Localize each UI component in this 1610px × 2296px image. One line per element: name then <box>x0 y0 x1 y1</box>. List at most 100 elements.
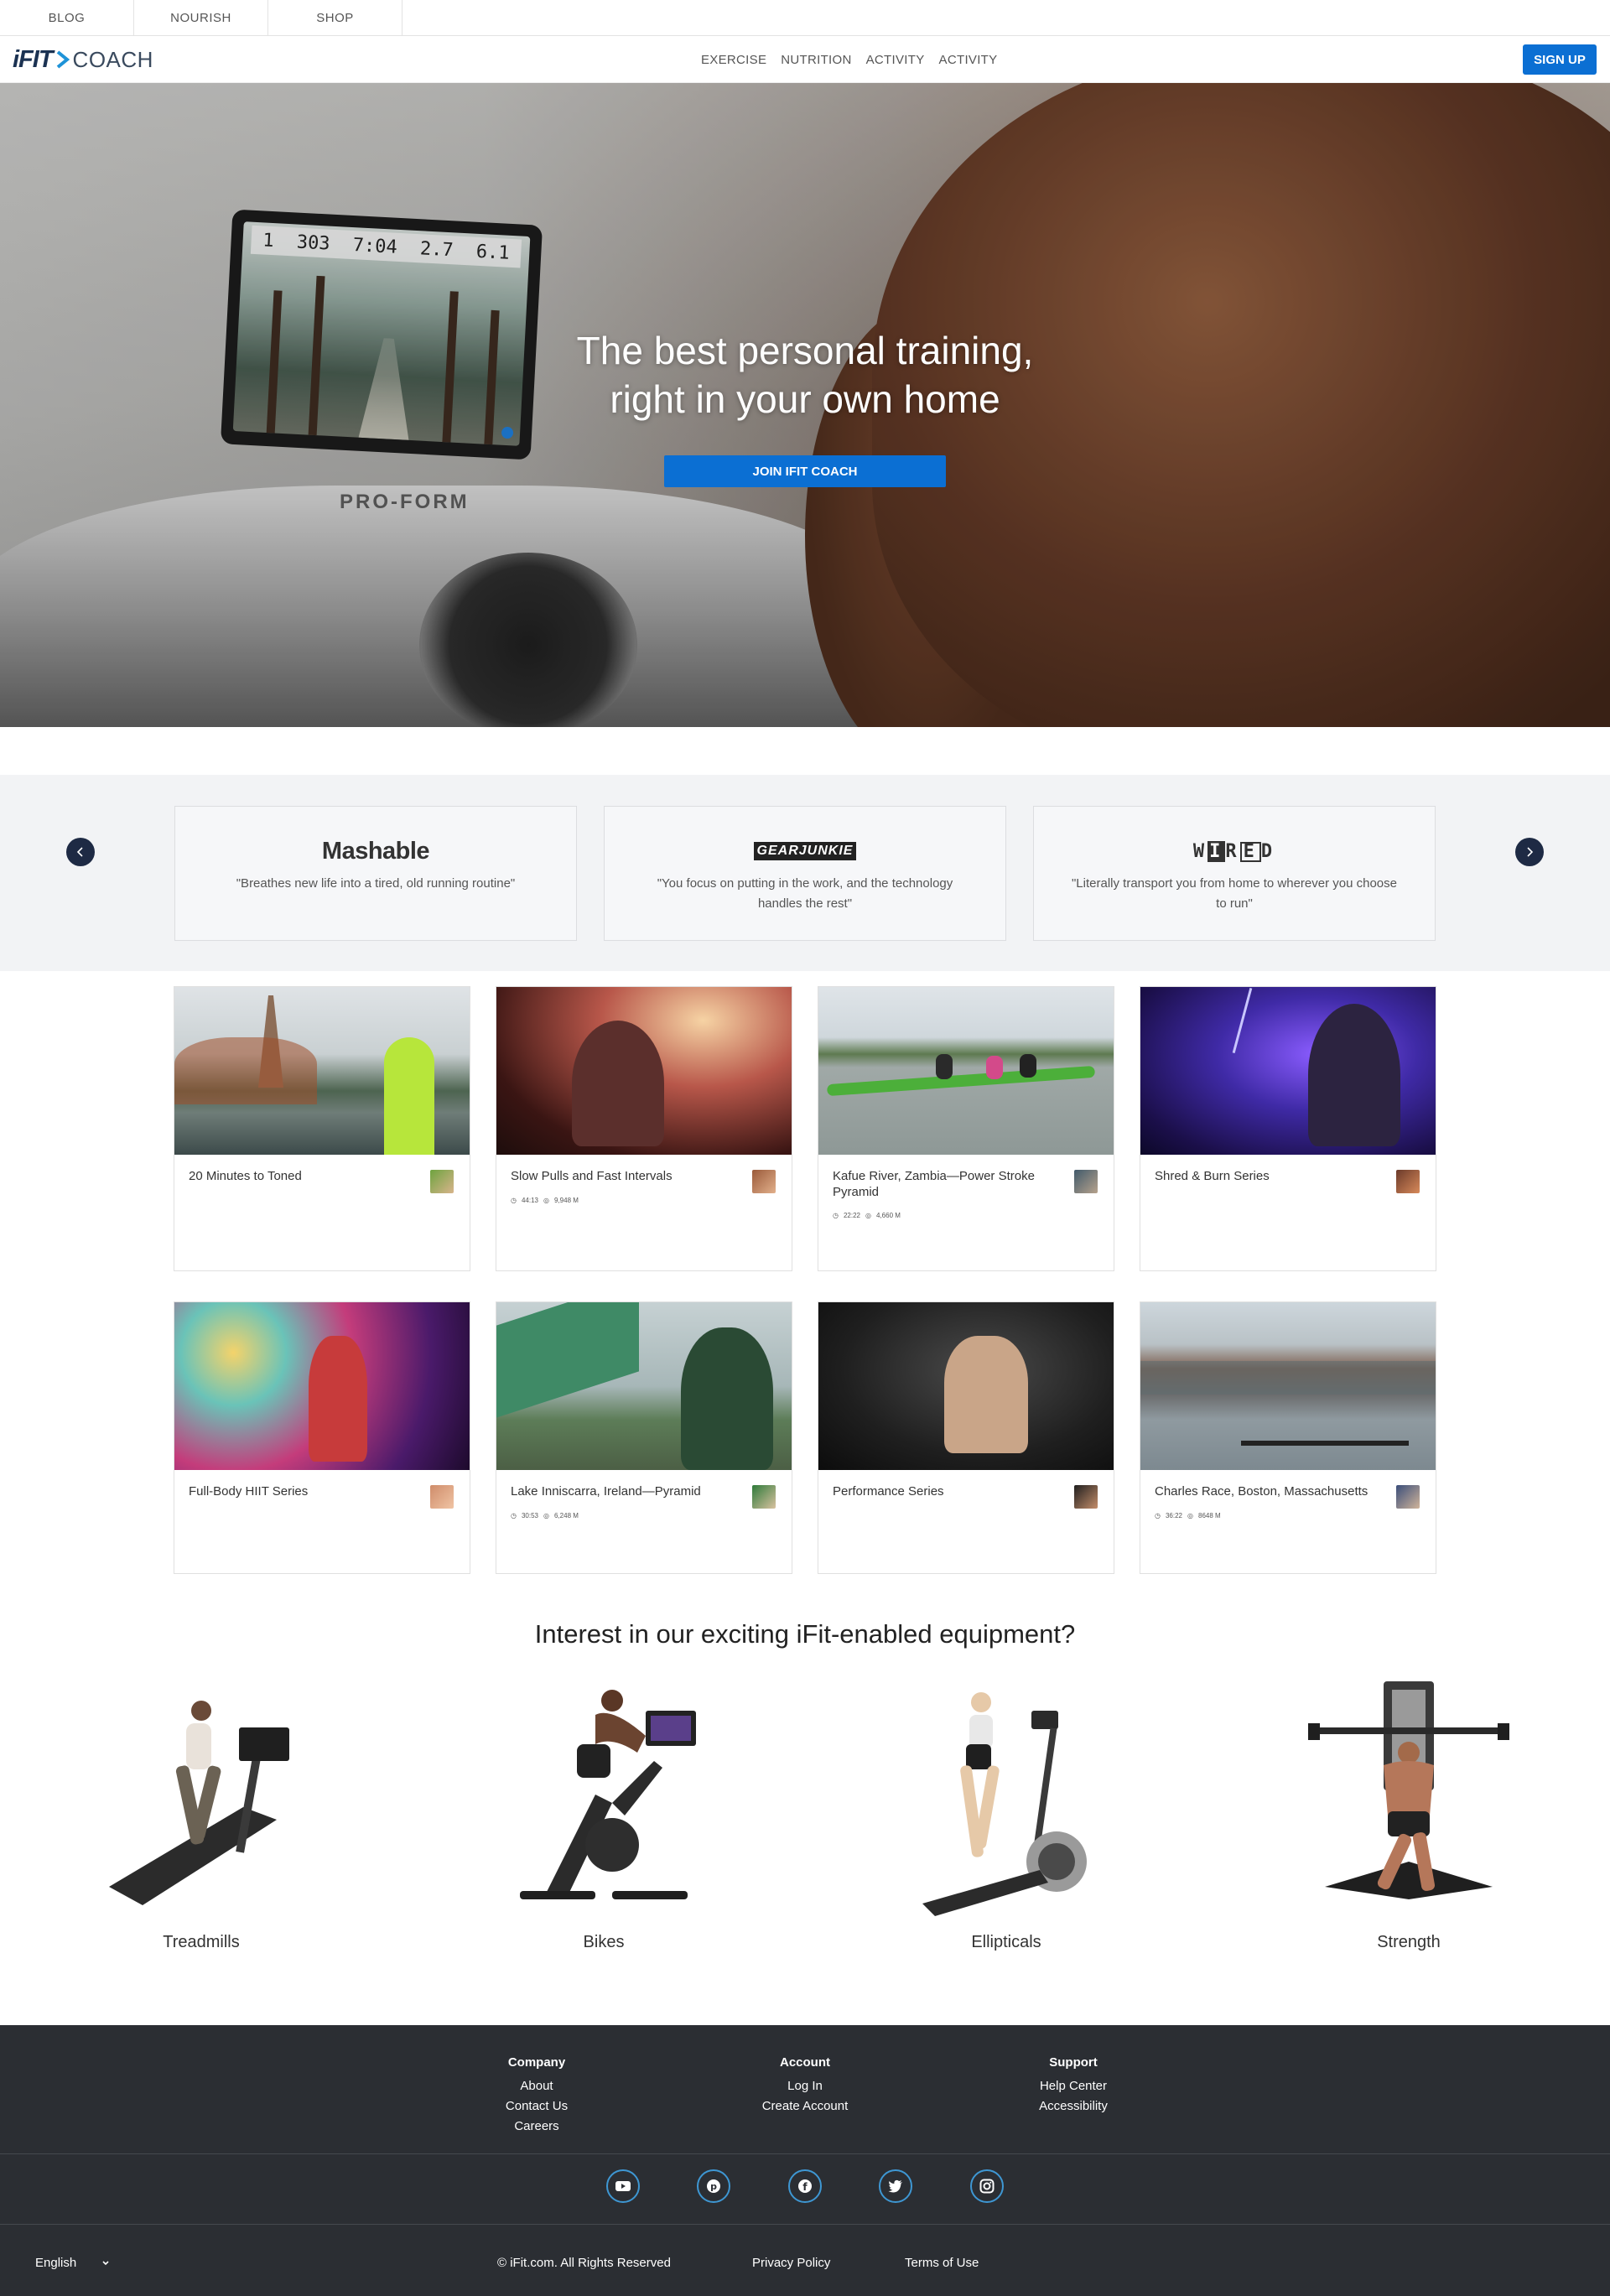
workout-card[interactable]: Performance Series <box>818 1301 1114 1574</box>
nav-exercise[interactable]: EXERCISE <box>701 53 766 67</box>
youtube-link[interactable] <box>606 2169 640 2203</box>
wired-letter: E <box>1239 841 1261 862</box>
workout-title: Shred & Burn Series <box>1155 1169 1270 1183</box>
workout-thumbnail <box>818 987 1114 1155</box>
footer-link-careers[interactable]: Careers <box>436 2117 637 2137</box>
logo-coach-text: COACH <box>72 46 153 72</box>
workout-distance: 9,948 M <box>554 1197 579 1204</box>
press-quote: "Literally transport you from home to wh… <box>1071 876 1397 911</box>
workout-card[interactable]: 20 Minutes to Toned <box>174 986 470 1271</box>
language-selector[interactable]: English <box>35 2256 110 2270</box>
press-card-mashable: Mashable "Breathes new life into a tired… <box>174 806 577 941</box>
equipment-bikes[interactable]: Bikes <box>486 1677 721 1962</box>
nav-activity[interactable]: ACTIVITY <box>866 53 925 67</box>
twitter-link[interactable] <box>879 2169 912 2203</box>
utility-tab-blog[interactable]: BLOG <box>0 0 134 36</box>
paddler-shape <box>936 1054 953 1079</box>
instagram-link[interactable] <box>970 2169 1004 2203</box>
pinterest-link[interactable]: p <box>697 2169 730 2203</box>
equipment-treadmills[interactable]: Treadmills <box>84 1677 319 1962</box>
workout-thumbnail <box>174 1302 470 1470</box>
footer-divider <box>0 2224 1610 2225</box>
chevron-right-icon <box>1527 847 1534 857</box>
wired-logo: WIR E D <box>1034 837 1435 865</box>
footer-divider <box>0 2153 1610 2154</box>
hero-banner: PRO-FORM 1 303 7:04 2.7 6.1 The best per… <box>0 83 1610 727</box>
nav-activity-2[interactable]: ACTIVITY <box>939 53 998 67</box>
gearjunkie-logo-container: GEARJUNKIE <box>605 837 1005 865</box>
workout-meta: ◷ 36:22 ◎ 8648 M <box>1155 1512 1221 1519</box>
footer-link-accessibility[interactable]: Accessibility <box>973 2096 1174 2117</box>
bike-image <box>520 1690 696 1899</box>
workout-time: 36:22 <box>1165 1512 1183 1519</box>
trainer-avatar <box>1074 1170 1098 1193</box>
lightning-shape <box>1232 987 1253 1054</box>
workout-title: Full-Body HIIT Series <box>189 1484 309 1499</box>
hero-title-line2: right in your own home <box>610 377 1000 421</box>
rowing-shell-shape <box>1241 1441 1409 1446</box>
nav-nutrition[interactable]: NUTRITION <box>781 53 851 67</box>
sign-up-button[interactable]: SIGN UP <box>1523 44 1597 75</box>
wired-letter: R <box>1225 840 1240 862</box>
workout-thumbnail <box>818 1302 1114 1470</box>
footer-link-contact[interactable]: Contact Us <box>436 2096 637 2117</box>
footer: Company About Contact Us Careers Account… <box>0 2025 1610 2296</box>
equipment-label: Treadmills <box>163 1933 240 1951</box>
autumn-trees-shape <box>174 1037 317 1104</box>
workout-title: Charles Race, Boston, Massachusetts <box>1155 1484 1368 1499</box>
trainer-avatar <box>1396 1170 1420 1193</box>
workout-card[interactable]: Lake Inniscarra, Ireland—Pyramid ◷ 30:53 … <box>496 1301 792 1574</box>
workout-time: 22:22 <box>843 1212 861 1219</box>
join-ifit-coach-button[interactable]: JOIN IFIT COACH <box>664 455 946 487</box>
paddler-shape <box>986 1056 1003 1079</box>
chevron-down-icon <box>102 2260 109 2265</box>
copyright-text: © iFit.com. All Rights Reserved <box>497 2256 671 2270</box>
workout-card[interactable]: Full-Body HIIT Series <box>174 1301 470 1574</box>
utility-tab-nourish[interactable]: NOURISH <box>134 0 268 36</box>
workout-title: Performance Series <box>833 1484 944 1499</box>
utility-tab-shop[interactable]: SHOP <box>268 0 402 36</box>
paddler-shape <box>1020 1054 1036 1078</box>
footer-link-create-account[interactable]: Create Account <box>704 2096 906 2117</box>
carousel-next-button[interactable] <box>1515 838 1544 866</box>
workout-thumbnail <box>1140 1302 1436 1470</box>
trainer-avatar <box>752 1485 776 1509</box>
pinterest-icon: p <box>707 2179 720 2193</box>
main-nav-links: EXERCISE NUTRITION ACTIVITY ACTIVITY <box>701 36 1011 83</box>
logo-ifit-text: iFIT <box>13 45 54 73</box>
workout-card[interactable]: Slow Pulls and Fast Intervals ◷ 44:13 ◎ 9,… <box>496 986 792 1271</box>
workout-card[interactable]: Charles Race, Boston, Massachusetts ◷ 36:… <box>1140 1301 1436 1574</box>
trainer-shape <box>309 1336 367 1462</box>
distance-icon: ◎ <box>865 1212 871 1219</box>
oar-blade-shape <box>496 1302 639 1418</box>
twitter-icon <box>888 2179 902 2193</box>
trainer-avatar <box>430 1170 454 1193</box>
facebook-link[interactable]: f <box>788 2169 822 2203</box>
distance-icon: ◎ <box>543 1197 549 1204</box>
workout-card[interactable]: Kafue River, Zambia—Power Stroke Pyramid… <box>818 986 1114 1271</box>
svg-text:p: p <box>710 2181 717 2192</box>
hero-title: The best personal training, right in you… <box>470 326 1140 423</box>
equipment-heading: Interest in our exciting iFit-enabled eq… <box>534 1619 1076 1649</box>
footer-link-login[interactable]: Log In <box>704 2076 906 2096</box>
privacy-policy-link[interactable]: Privacy Policy <box>752 2256 830 2270</box>
equipment-strength[interactable]: Strength <box>1291 1677 1526 1962</box>
chevron-right-logo-icon <box>56 50 70 69</box>
footer-link-help-center[interactable]: Help Center <box>973 2076 1174 2096</box>
workout-card[interactable]: Shred & Burn Series <box>1140 986 1436 1271</box>
press-carousel: Mashable "Breathes new life into a tired… <box>0 775 1610 971</box>
footer-link-about[interactable]: About <box>436 2076 637 2096</box>
terms-of-use-link[interactable]: Terms of Use <box>905 2256 979 2270</box>
workout-time: 30:53 <box>521 1512 539 1519</box>
footer-account-column: Account Log In Create Account <box>704 2055 906 2117</box>
workout-meta: ◷ 22:22 ◎ 4,660 M <box>833 1212 901 1219</box>
strength-machine-image <box>1308 1681 1509 1899</box>
main-nav: iFIT COACH EXERCISE NUTRITION ACTIVITY A… <box>0 36 1610 83</box>
ifit-coach-logo[interactable]: iFIT COACH <box>13 45 153 73</box>
carousel-prev-button[interactable] <box>66 838 95 866</box>
workout-thumbnail <box>1140 987 1436 1155</box>
equipment-ellipticals[interactable]: Ellipticals <box>889 1677 1124 1962</box>
workout-thumbnail <box>174 987 470 1155</box>
trainer-avatar <box>752 1170 776 1193</box>
rower-shape <box>681 1327 773 1470</box>
